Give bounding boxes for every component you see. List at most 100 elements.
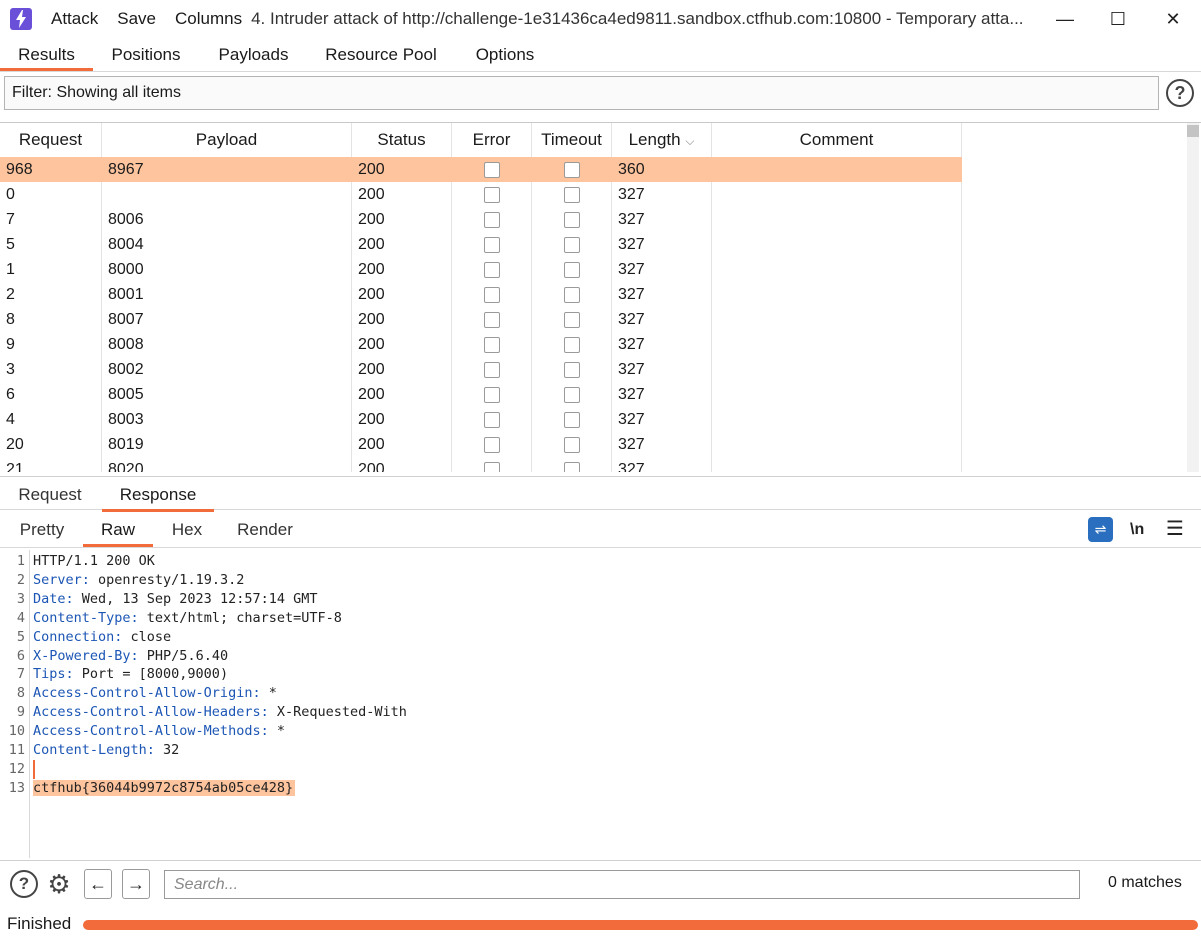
code-line: 8 Access-Control-Allow-Origin: * [0, 684, 1201, 703]
tab-raw[interactable]: Raw [83, 512, 153, 547]
tab-resource-pool[interactable]: Resource Pool [316, 38, 446, 71]
table-header: Request Payload Status Error Timeout Len… [0, 123, 962, 156]
cell-error [452, 382, 532, 407]
timeout-checkbox [564, 261, 580, 278]
cell-payload: 8000 [108, 261, 144, 278]
error-checkbox [484, 236, 500, 253]
line-number: 8 [16, 685, 25, 702]
maximize-button[interactable]: ☐ [1093, 0, 1143, 38]
line-text: ctfhub{36044b9972c8754ab05ce428} [33, 779, 296, 798]
cell-error [452, 432, 532, 457]
table-row[interactable]: 0 200 327 [0, 182, 962, 207]
title-bar: Attack Save Columns 4. Intruder attack o… [0, 0, 1201, 38]
table-row[interactable]: 3 8002 200 327 [0, 357, 962, 382]
cell-error [452, 182, 532, 207]
cell-error [452, 332, 532, 357]
cell-length: 327 [618, 411, 645, 428]
cell-timeout [532, 357, 612, 382]
header-name: X-Powered-By: [33, 647, 139, 664]
header-value: 32 [154, 742, 180, 758]
line-text: Tips: Port = [8000,9000) [33, 665, 228, 684]
menu-save[interactable]: Save [117, 9, 156, 29]
filter-help-icon[interactable]: ? [1166, 79, 1194, 107]
tab-response[interactable]: Response [102, 477, 214, 512]
tab-payloads[interactable]: Payloads [206, 38, 301, 71]
table-row[interactable]: 9 8008 200 327 [0, 332, 962, 357]
cell-request: 8 [6, 311, 15, 328]
menu-attack[interactable]: Attack [51, 9, 98, 29]
cell-request: 9 [6, 336, 15, 353]
sort-descending-icon: ⌵ [685, 134, 695, 148]
menu-columns[interactable]: Columns [175, 9, 242, 29]
table-scrollbar-thumb[interactable] [1187, 125, 1199, 137]
cell-status: 200 [358, 261, 385, 278]
tab-hex[interactable]: Hex [160, 512, 214, 547]
cell-comment [712, 432, 962, 457]
cell-request: 5 [6, 236, 15, 253]
cell-status: 200 [358, 386, 385, 403]
cell-error [452, 457, 532, 472]
error-checkbox [484, 186, 500, 203]
tab-pretty[interactable]: Pretty [5, 512, 79, 547]
cell-timeout [532, 332, 612, 357]
help-icon[interactable]: ? [10, 870, 38, 898]
table-row[interactable]: 21 8020 200 327 [0, 457, 962, 472]
table-row[interactable]: 4 8003 200 327 [0, 407, 962, 432]
line-text: Server: openresty/1.19.3.2 [33, 571, 244, 590]
table-row[interactable]: 6 8005 200 327 [0, 382, 962, 407]
table-row[interactable]: 968 8967 200 360 [0, 157, 962, 182]
newline-toggle-icon[interactable]: \n [1130, 512, 1144, 547]
column-header-length[interactable]: Length ⌵ [612, 123, 712, 156]
table-row[interactable]: 20 8019 200 327 [0, 432, 962, 457]
close-button[interactable]: ✕ [1148, 0, 1198, 38]
column-header-comment[interactable]: Comment [712, 123, 962, 156]
tab-render[interactable]: Render [226, 512, 304, 547]
table-row[interactable]: 1 8000 200 327 [0, 257, 962, 282]
cell-comment [712, 357, 962, 382]
cell-payload: 8967 [108, 161, 144, 178]
column-header-timeout[interactable]: Timeout [532, 123, 612, 156]
column-header-payload[interactable]: Payload [102, 123, 352, 156]
error-checkbox [484, 386, 500, 403]
cell-comment [712, 182, 962, 207]
minimize-button[interactable]: — [1040, 0, 1090, 38]
table-row[interactable]: 2 8001 200 327 [0, 282, 962, 307]
cell-request: 7 [6, 211, 15, 228]
cell-status: 200 [358, 236, 385, 253]
cell-request: 1 [6, 261, 15, 278]
code-line: 4 Content-Type: text/html; charset=UTF-8 [0, 609, 1201, 628]
cell-payload: 8019 [108, 436, 144, 453]
cell-payload: 8005 [108, 386, 144, 403]
response-editor[interactable]: 1 HTTP/1.1 200 OK 2 Server: openresty/1.19.… [0, 550, 1201, 858]
search-input[interactable] [164, 870, 1080, 899]
tab-positions[interactable]: Positions [100, 38, 192, 71]
cell-payload: 8020 [108, 461, 144, 472]
tab-options[interactable]: Options [462, 38, 548, 71]
match-count: 0 matches [1108, 874, 1182, 891]
tab-results[interactable]: Results [0, 38, 93, 71]
column-header-status[interactable]: Status [352, 123, 452, 156]
table-row[interactable]: 8 8007 200 327 [0, 307, 962, 332]
table-row[interactable]: 7 8006 200 327 [0, 207, 962, 232]
cell-payload: 8006 [108, 211, 144, 228]
menu-icon[interactable]: ☰ [1166, 512, 1184, 547]
header-value: * [268, 723, 285, 740]
tab-request[interactable]: Request [0, 477, 100, 512]
cell-timeout [532, 382, 612, 407]
column-header-error[interactable]: Error [452, 123, 532, 156]
column-header-request[interactable]: Request [0, 123, 102, 156]
cell-length: 327 [618, 186, 645, 203]
cell-payload: 8001 [108, 286, 144, 303]
next-match-button[interactable]: → [122, 869, 150, 899]
filter-bar[interactable]: Filter: Showing all items [4, 76, 1159, 110]
timeout-checkbox [564, 186, 580, 203]
table-row[interactable]: 5 8004 200 327 [0, 232, 962, 257]
gear-icon[interactable]: ⚙ [44, 869, 74, 899]
word-wrap-icon[interactable]: ⇌ [1088, 517, 1113, 542]
timeout-checkbox [564, 461, 580, 472]
table-scrollbar[interactable] [1187, 123, 1199, 472]
error-checkbox [484, 286, 500, 303]
previous-match-button[interactable]: ← [84, 869, 112, 899]
cell-length: 327 [618, 286, 645, 303]
header-value: * [260, 685, 277, 702]
